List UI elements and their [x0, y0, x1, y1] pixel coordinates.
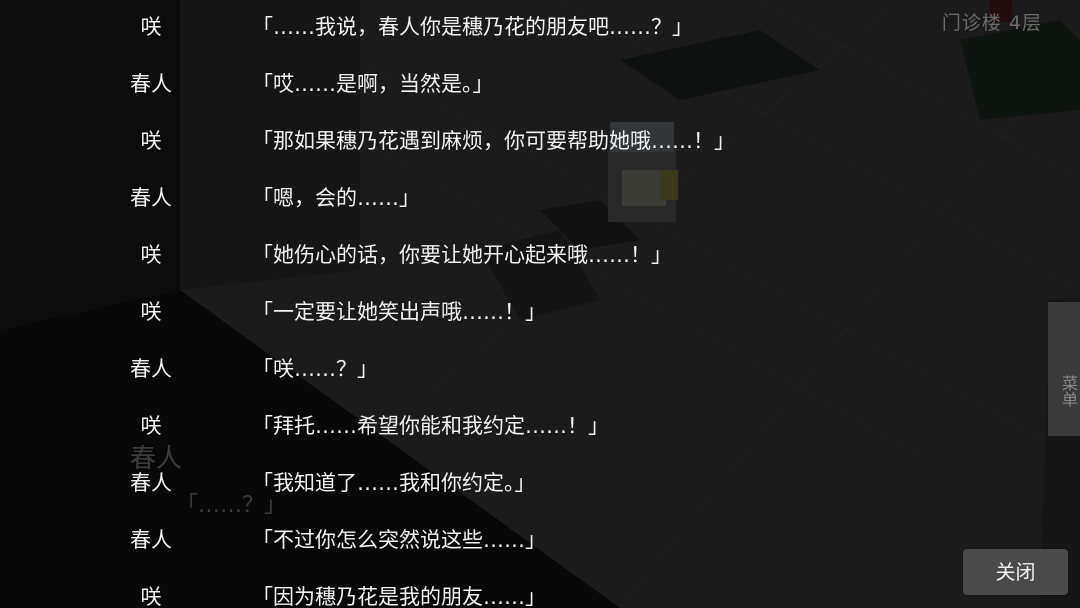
speaker-name: 咲 — [140, 129, 162, 153]
dialogue-line: 「她伤心的话，你要让她开心起来哦……！」 — [252, 243, 672, 267]
backlog-entry: 咲 「一定要让她笑出声哦……！」 — [0, 285, 960, 342]
game-screen: 门诊楼 4层 菜单 春人 「……？」 咲 「……我说，春人你是穗乃花的朋友吧……… — [0, 0, 1080, 608]
speaker-name: 春人 — [130, 357, 172, 381]
speaker-name: 咲 — [140, 414, 162, 438]
dialogue-backlog[interactable]: 咲 「……我说，春人你是穗乃花的朋友吧……？」 春人 「哎……是啊，当然是。」 … — [0, 0, 960, 608]
speaker-name: 咲 — [140, 243, 162, 267]
backlog-entry: 咲 「她伤心的话，你要让她开心起来哦……！」 — [0, 228, 960, 285]
dialogue-line: 「我知道了……我和你约定。」 — [252, 471, 536, 495]
dialogue-line: 「拜托……希望你能和我约定……！」 — [252, 414, 609, 438]
backlog-entry: 春人 「咲……？」 — [0, 342, 960, 399]
backlog-entry: 咲 「……我说，春人你是穗乃花的朋友吧……？」 — [0, 0, 960, 57]
backlog-entry: 春人 「嗯，会的……」 — [0, 171, 960, 228]
dialogue-line: 「那如果穗乃花遇到麻烦，你可要帮助她哦……！」 — [252, 129, 735, 153]
dialogue-line: 「嗯，会的……」 — [252, 186, 420, 210]
speaker-name: 春人 — [130, 186, 172, 210]
speaker-name: 咲 — [140, 15, 162, 39]
backlog-entry: 咲 「因为穗乃花是我的朋友……」 — [0, 570, 960, 608]
dialogue-line: 「咲……？」 — [252, 357, 378, 381]
speaker-name: 春人 — [130, 72, 172, 96]
speaker-name: 咲 — [140, 585, 162, 608]
backlog-entry: 咲 「拜托……希望你能和我约定……！」 — [0, 399, 960, 456]
dialogue-line: 「因为穗乃花是我的朋友……」 — [252, 585, 546, 608]
dialogue-line: 「……我说，春人你是穗乃花的朋友吧……？」 — [252, 15, 693, 39]
dialogue-line: 「不过你怎么突然说这些……」 — [252, 528, 546, 552]
speaker-name: 春人 — [130, 471, 172, 495]
backlog-entry: 春人 「不过你怎么突然说这些……」 — [0, 513, 960, 570]
dialogue-line: 「哎……是啊，当然是。」 — [252, 72, 494, 96]
backlog-entry: 春人 「哎……是啊，当然是。」 — [0, 57, 960, 114]
backlog-entry: 春人 「我知道了……我和你约定。」 — [0, 456, 960, 513]
dialogue-line: 「一定要让她笑出声哦……！」 — [252, 300, 546, 324]
menu-button[interactable]: 菜单 — [1048, 302, 1080, 436]
close-button[interactable]: 关闭 — [963, 549, 1068, 595]
speaker-name: 咲 — [140, 300, 162, 324]
speaker-name: 春人 — [130, 528, 172, 552]
backlog-entry: 咲 「那如果穗乃花遇到麻烦，你可要帮助她哦……！」 — [0, 114, 960, 171]
